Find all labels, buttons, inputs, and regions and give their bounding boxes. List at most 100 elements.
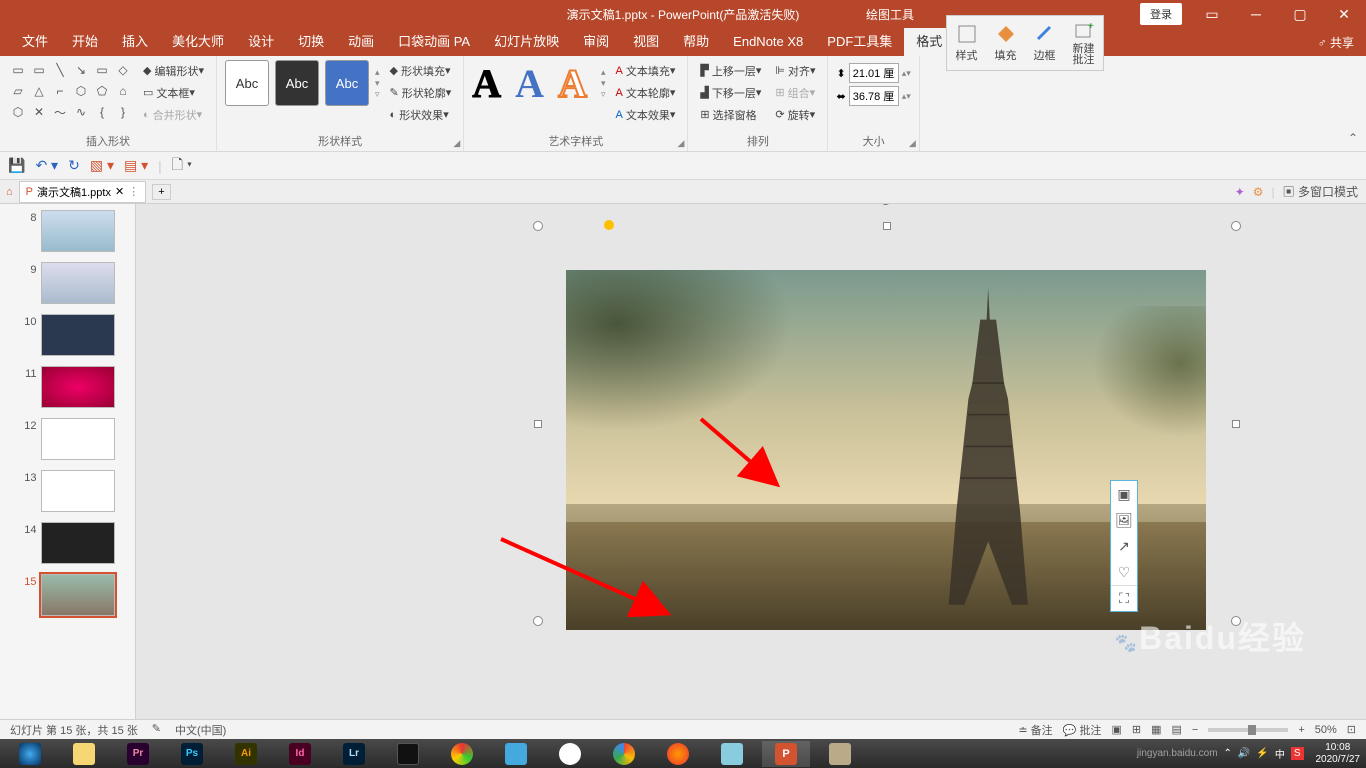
heart-icon[interactable]: ♡ [1111, 559, 1137, 585]
magic-icon[interactable]: ✦ [1235, 185, 1245, 199]
task-photoshop[interactable]: Ps [168, 741, 216, 767]
text-effect-button[interactable]: A文本效果 ▾ [611, 104, 679, 125]
shape-style-dialog-icon[interactable]: ◢ [453, 138, 460, 149]
orientation-icon[interactable]: ▤ ▾ [124, 157, 148, 174]
height-input[interactable] [849, 63, 899, 83]
slideshow-view-icon[interactable]: ▤ [1171, 723, 1181, 736]
tab-help[interactable]: 帮助 [671, 28, 721, 56]
zoom-in-icon[interactable]: + [1298, 724, 1304, 736]
spellcheck-icon[interactable]: ✎ [152, 722, 161, 738]
wordart-gallery[interactable]: A A A ▴▾▿ [472, 60, 605, 107]
shapes-gallery[interactable]: ▭▭╲↘▭◇ ▱△⌐⬡⬠⌂ ⬡✕～∿{} [8, 60, 133, 122]
textbox-button[interactable]: ▭文本框 ▾ [139, 82, 208, 103]
selection-pane-button[interactable]: ⊞选择窗格 [696, 104, 765, 125]
task-explorer[interactable] [60, 741, 108, 767]
drawing-tools-tab[interactable]: 绘图工具 [856, 0, 924, 28]
task-illustrator[interactable]: Ai [222, 741, 270, 767]
close-tab-icon[interactable]: ✕ [115, 185, 124, 198]
task-lightroom[interactable]: Lr [330, 741, 378, 767]
shape-fill-button[interactable]: ◆形状填充 ▾ [386, 60, 456, 81]
fill-tool[interactable]: 填充 [986, 16, 1025, 70]
thumb-14[interactable] [41, 522, 115, 564]
thumb-13[interactable] [41, 470, 115, 512]
tab-animation[interactable]: 动画 [336, 28, 386, 56]
arrow-icon[interactable]: ↗ [1111, 533, 1137, 559]
normal-view-icon[interactable]: ▣ [1111, 723, 1121, 736]
shape-style-gallery[interactable]: Abc Abc Abc ▴▾▿ [225, 60, 380, 106]
minimize-icon[interactable]: ─ [1234, 0, 1278, 28]
rotate-button[interactable]: ⟳旋转 ▾ [771, 104, 819, 125]
tab-endnote[interactable]: EndNote X8 [721, 28, 815, 56]
thumb-12[interactable] [41, 418, 115, 460]
expand-icon[interactable]: ⛶ [1111, 585, 1137, 611]
thumb-15[interactable] [41, 574, 115, 616]
send-backward-button[interactable]: ▟下移一层 ▾ [696, 82, 765, 103]
task-powerpoint[interactable]: P [762, 741, 810, 767]
new-doc-icon[interactable]: 🗋 ▾ [172, 154, 192, 178]
task-chrome[interactable] [600, 741, 648, 767]
language-indicator[interactable]: 中文(中国) [175, 722, 226, 738]
gear-icon[interactable]: ⚙ [1253, 185, 1264, 199]
style-tool[interactable]: 样式 [947, 16, 986, 70]
restore-icon[interactable]: ▢ [1278, 0, 1322, 28]
task-firefox[interactable] [654, 741, 702, 767]
wordart-dialog-icon[interactable]: ◢ [677, 138, 684, 149]
tab-pocket[interactable]: 口袋动画 PA [386, 28, 482, 56]
system-clock[interactable]: 10:08 2020/7/27 [1316, 742, 1361, 766]
collapse-ribbon-icon[interactable]: ⌃ [1348, 131, 1358, 145]
shape-effect-button[interactable]: ◐形状效果 ▾ [386, 104, 456, 125]
thumb-8[interactable] [41, 210, 115, 252]
tab-file[interactable]: 文件 [10, 28, 60, 56]
tab-insert[interactable]: 插入 [110, 28, 160, 56]
comments-button[interactable]: 💬 批注 [1063, 722, 1102, 738]
slideshow-start-icon[interactable]: ▧ ▾ [90, 157, 114, 174]
tab-view[interactable]: 视图 [621, 28, 671, 56]
task-indesign[interactable]: Id [276, 741, 324, 767]
tab-transition[interactable]: 切换 [286, 28, 336, 56]
thumb-11[interactable] [41, 366, 115, 408]
task-app-2[interactable] [384, 741, 432, 767]
slide-canvas[interactable]: ⟳ 🐾Baidu经验 [136, 204, 1366, 719]
size-dialog-icon[interactable]: ◢ [909, 138, 916, 149]
save-icon[interactable]: 💾 [8, 157, 25, 174]
tab-beauty[interactable]: 美化大师 [160, 28, 236, 56]
task-app-5[interactable] [708, 741, 756, 767]
zoom-out-icon[interactable]: − [1192, 724, 1198, 736]
tray-battery-icon[interactable]: ⚡ [1256, 748, 1268, 759]
image-icon[interactable]: 🖼 [1111, 507, 1137, 533]
width-input[interactable] [849, 86, 899, 106]
tray-ime-icon[interactable]: 中 [1275, 746, 1285, 761]
sorter-view-icon[interactable]: ⊞ [1132, 723, 1141, 736]
text-fill-button[interactable]: A文本填充 ▾ [611, 60, 679, 81]
home-tab-icon[interactable]: ⌂ [6, 186, 13, 198]
tab-design[interactable]: 设计 [236, 28, 286, 56]
bring-forward-button[interactable]: ▛上移一层 ▾ [696, 60, 765, 81]
share-button[interactable]: ♂ 共享 [1318, 34, 1354, 51]
notes-button[interactable]: ≐ 备注 [1018, 722, 1052, 738]
new-note-tool[interactable]: +新建 批注 [1064, 16, 1103, 70]
task-app-6[interactable] [816, 741, 864, 767]
tab-pdf[interactable]: PDF工具集 [815, 28, 904, 56]
tray-up-icon[interactable]: ⌃ [1224, 748, 1232, 759]
fit-window-icon[interactable]: ⊡ [1347, 723, 1356, 736]
outline-tool[interactable]: 边框 [1025, 16, 1064, 70]
zoom-level[interactable]: 50% [1315, 724, 1337, 736]
rotate-handle[interactable]: ⟳ [879, 204, 894, 211]
tray-sogou-icon[interactable]: S [1291, 747, 1304, 760]
thumb-10[interactable] [41, 314, 115, 356]
shape-outline-button[interactable]: ✎形状轮廓 ▾ [386, 82, 456, 103]
task-app-1[interactable] [6, 741, 54, 767]
text-outline-button[interactable]: A文本轮廓 ▾ [611, 82, 679, 103]
zoom-slider[interactable] [1208, 728, 1288, 732]
thumb-9[interactable] [41, 262, 115, 304]
tray-network-icon[interactable]: 🔊 [1238, 748, 1250, 759]
redo-icon[interactable]: ↻ [68, 157, 80, 174]
tab-review[interactable]: 审阅 [571, 28, 621, 56]
task-app-4[interactable] [492, 741, 540, 767]
layout-icon[interactable]: ▣ [1111, 481, 1137, 507]
undo-icon[interactable]: ↶ ▾ [35, 157, 58, 174]
edit-shape-button[interactable]: ◆编辑形状 ▾ [139, 60, 208, 81]
task-premiere[interactable]: Pr [114, 741, 162, 767]
task-qq[interactable] [546, 741, 594, 767]
login-button[interactable]: 登录 [1140, 3, 1182, 25]
